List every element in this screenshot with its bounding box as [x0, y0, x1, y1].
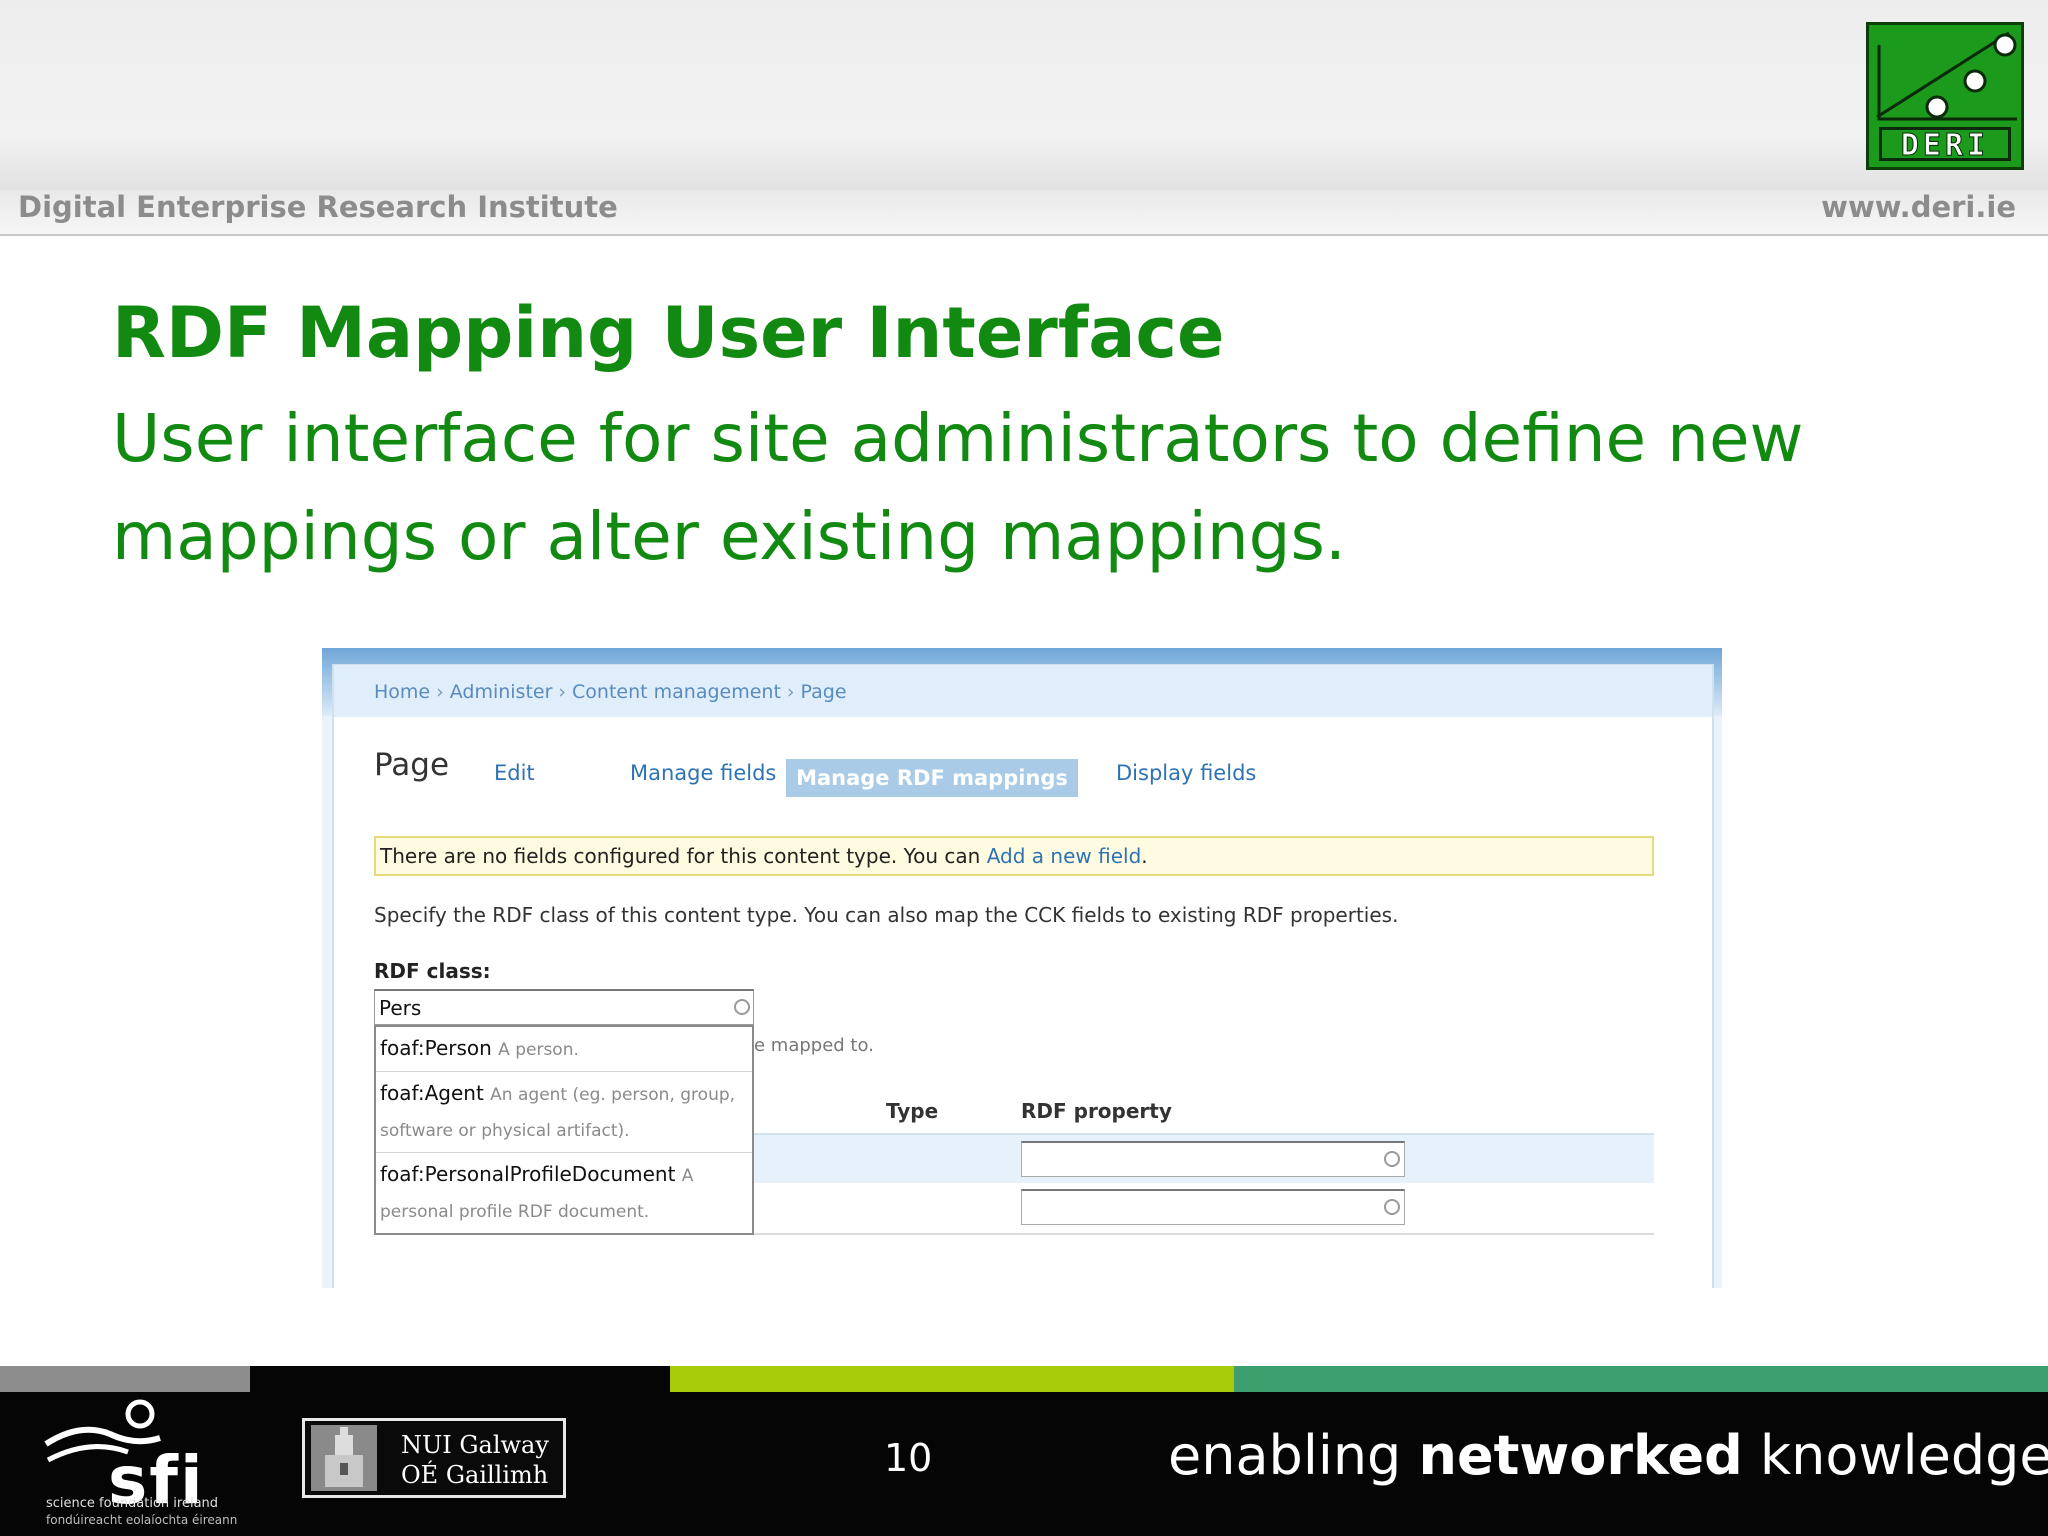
nui-line-2: OÉ Gaillimh [401, 1461, 549, 1489]
deri-logo: DERI [1866, 22, 2024, 170]
rdf-class-help-text: e mapped to. [754, 1035, 874, 1056]
column-header-type: Type [886, 1099, 939, 1123]
tab-display-fields[interactable]: Display fields [1116, 761, 1256, 785]
slide-subtitle: User interface for site administrators t… [112, 400, 1804, 575]
breadcrumb-separator: › [786, 681, 795, 703]
autocomplete-throbber-icon [1384, 1199, 1400, 1215]
description-text: Specify the RDF class of this content ty… [374, 903, 1399, 927]
rdf-class-input[interactable] [374, 989, 754, 1025]
page-title: Page [374, 747, 450, 783]
footer-color-stripe [0, 1366, 2048, 1392]
autocomplete-option[interactable]: foaf:Person A person. [376, 1027, 752, 1072]
tab-manage-rdf-mappings[interactable]: Manage RDF mappings [786, 759, 1078, 797]
sfi-line-english: science foundation ireland [46, 1496, 219, 1511]
notice-text: There are no fields configured for this … [380, 844, 987, 868]
rdf-property-input[interactable] [1021, 1189, 1405, 1225]
stripe-segment [670, 1366, 1234, 1392]
autocomplete-description: A person. [498, 1040, 579, 1060]
tagline-post: knowledge. [1742, 1424, 2048, 1487]
autocomplete-option[interactable]: foaf:PersonalProfileDocument A personal … [376, 1153, 752, 1233]
breadcrumb-separator: › [436, 681, 444, 703]
breadcrumb-home[interactable]: Home [374, 681, 430, 703]
slide-title: RDF Mapping User Interface [112, 292, 1225, 374]
sfi-line-irish: fondúireacht eolaíochta éireann [46, 1513, 238, 1527]
autocomplete-throbber-icon [734, 999, 750, 1015]
rdf-property-input[interactable] [1021, 1141, 1405, 1177]
breadcrumb-administer[interactable]: Administer [450, 681, 553, 703]
header-url: www.deri.ie [1821, 190, 2016, 224]
autocomplete-dropdown: foaf:Person A person. foaf:Agent An agen… [374, 1025, 754, 1235]
breadcrumb-separator: › [558, 681, 567, 703]
tab-manage-fields[interactable]: Manage fields [630, 761, 776, 785]
footer-tagline: enabling networked knowledge. [1168, 1424, 2048, 1487]
stripe-segment [250, 1366, 670, 1392]
breadcrumb: Home › Administer › Content management › Page [334, 665, 1712, 717]
rdf-class-label: RDF class: [374, 959, 491, 983]
deri-logo-text: DERI [1879, 127, 2011, 162]
tagline-bold: networked [1418, 1424, 1743, 1487]
stripe-segment [0, 1366, 250, 1392]
autocomplete-option[interactable]: foaf:Agent An agent (eg. person, group, … [376, 1072, 752, 1153]
tagline-pre: enabling [1168, 1424, 1419, 1487]
nui-galway-logo: NUI Galway OÉ Gaillimh [302, 1418, 566, 1498]
autocomplete-throbber-icon [1384, 1151, 1400, 1167]
notice-message: There are no fields configured for this … [374, 836, 1654, 876]
header-org-name: Digital Enterprise Research Institute [18, 190, 618, 224]
tab-edit[interactable]: Edit [494, 761, 535, 785]
breadcrumb-content-management[interactable]: Content management [572, 681, 781, 703]
slide-number: 10 [884, 1436, 933, 1480]
notice-end: . [1141, 844, 1148, 868]
screenshot-page: Home › Administer › Content management › Page … [332, 664, 1714, 1288]
autocomplete-term: foaf:Agent [380, 1081, 484, 1105]
column-header-rdf-property: RDF property [1021, 1099, 1172, 1123]
stripe-segment [1234, 1366, 2048, 1392]
slide-header [0, 0, 2048, 192]
autocomplete-term: foaf:PersonalProfileDocument [380, 1162, 676, 1186]
nui-tower-icon [311, 1425, 377, 1491]
breadcrumb-page[interactable]: Page [801, 681, 847, 703]
autocomplete-term: foaf:Person [380, 1036, 492, 1060]
embedded-screenshot: Home › Administer › Content management › Page … [322, 648, 1722, 1288]
nui-line-1: NUI Galway [401, 1431, 549, 1459]
add-new-field-link[interactable]: Add a new field [987, 844, 1142, 868]
